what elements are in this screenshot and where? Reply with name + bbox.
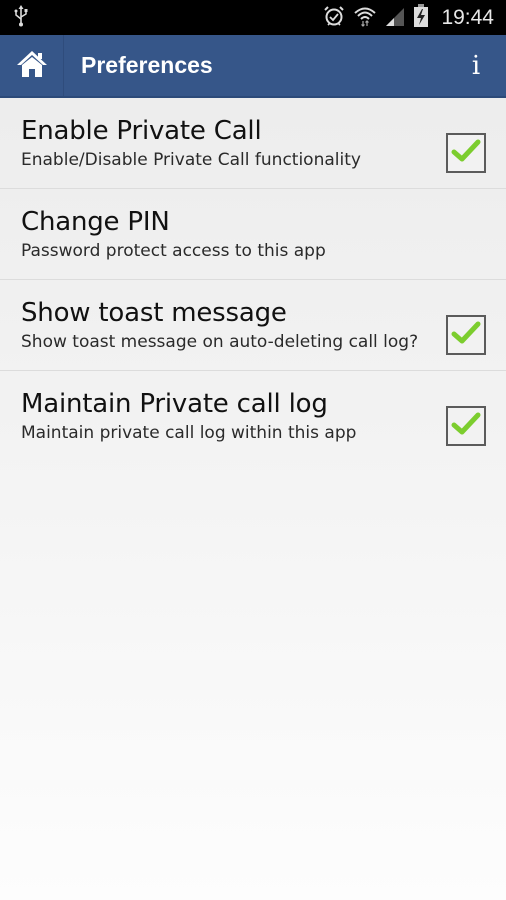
pref-change-pin[interactable]: Change PIN Password protect access to th… [0,189,506,280]
checkmark-icon [451,320,481,350]
home-button[interactable] [0,35,64,96]
enable-private-call-checkbox[interactable] [446,133,486,173]
info-button[interactable]: i [446,35,506,96]
pref-enable-private-call[interactable]: Enable Private Call Enable/Disable Priva… [0,98,506,189]
usb-icon [14,4,28,31]
checkmark-icon [451,138,481,168]
pref-title: Show toast message [21,298,287,328]
pref-title: Enable Private Call [21,116,262,146]
pref-maintain-private-call-log[interactable]: Maintain Private call log Maintain priva… [0,371,506,462]
show-toast-message-checkbox[interactable] [446,315,486,355]
pref-summary: Enable/Disable Private Call functionalit… [21,150,361,170]
checkmark-icon [451,411,481,441]
wifi-icon [353,5,377,31]
preference-list: Enable Private Call Enable/Disable Priva… [0,98,506,462]
pref-show-toast-message[interactable]: Show toast message Show toast message on… [0,280,506,371]
maintain-private-call-log-checkbox[interactable] [446,406,486,446]
home-icon [16,50,48,82]
alarm-icon [323,5,345,31]
signal-icon [385,5,405,31]
action-bar: Preferences i [0,35,506,98]
pref-title: Maintain Private call log [21,389,328,419]
page-title: Preferences [81,52,213,78]
pref-summary: Show toast message on auto-deleting call… [21,332,419,352]
status-time: 19:44 [441,5,494,29]
pref-summary: Password protect access to this app [21,241,326,261]
info-icon: i [471,50,481,81]
status-bar: 19:44 [0,0,506,35]
battery-charging-icon [413,3,429,32]
pref-title: Change PIN [21,207,170,237]
pref-summary: Maintain private call log within this ap… [21,423,357,443]
